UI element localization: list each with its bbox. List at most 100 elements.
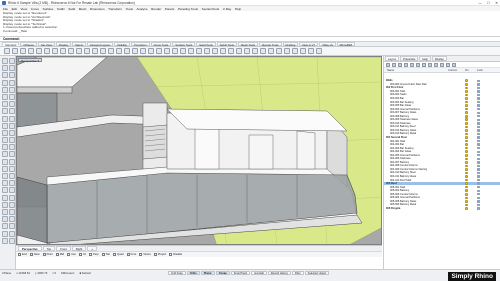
sidebar-tool-icon[interactable] — [8, 216, 15, 223]
menu-subd[interactable]: SubD — [57, 7, 65, 11]
sidebar-tool-icon[interactable] — [8, 79, 15, 86]
tab-cplanes[interactable]: CPlanes — [20, 42, 37, 47]
sidebar-tool-icon[interactable] — [1, 151, 8, 158]
layer-lock-toggle[interactable] — [477, 111, 489, 114]
status-mode-osnap[interactable]: Osnap — [215, 271, 230, 275]
sidebar-tool-icon[interactable] — [1, 115, 8, 122]
toolbar-tool-icon[interactable] — [300, 48, 306, 54]
tab-mesh-tools[interactable]: Mesh Tools — [237, 42, 259, 47]
layer-on-toggle[interactable] — [465, 157, 477, 161]
toolbar-tool-icon[interactable] — [148, 48, 154, 54]
sidebar-tool-icon[interactable] — [1, 137, 8, 144]
menu-curve[interactable]: Curve — [31, 7, 39, 11]
toolbar-tool-icon[interactable] — [172, 48, 178, 54]
sidebar-tool-icon[interactable] — [8, 230, 15, 237]
toolbar-tool-icon[interactable] — [44, 48, 50, 54]
layer-lock-toggle[interactable] — [477, 189, 489, 192]
layer-lock-toggle[interactable] — [477, 182, 489, 185]
layer-lock-toggle[interactable] — [477, 150, 489, 153]
toolbar-tool-icon[interactable] — [100, 48, 106, 54]
layer-lock-toggle[interactable] — [477, 79, 489, 82]
status-mode-smarttrack[interactable]: SmartTrack — [230, 271, 251, 275]
toolbar-tool-icon[interactable] — [140, 48, 146, 54]
tab-select[interactable]: Select — [72, 42, 86, 47]
toolbar-tool-icon[interactable] — [164, 48, 170, 54]
toolbar-tool-icon[interactable] — [244, 48, 250, 54]
tab-viewport-layout[interactable]: Viewport Layout — [86, 42, 113, 47]
sidebar-tool-icon[interactable] — [1, 165, 8, 172]
column-name[interactable]: Name — [384, 69, 448, 72]
toolbar-tool-icon[interactable] — [308, 48, 314, 54]
layer-on-toggle[interactable] — [465, 203, 477, 207]
toolbar-tool-icon[interactable] — [228, 48, 234, 54]
sidebar-tool-icon[interactable] — [8, 237, 15, 244]
layer-tool-icon[interactable] — [422, 62, 426, 67]
osnap-near[interactable]: Near — [29, 253, 40, 256]
toolbar-tool-icon[interactable] — [220, 48, 226, 54]
toolbar-tool-icon[interactable] — [260, 48, 266, 54]
tab-curve-tools[interactable]: Curve Tools — [150, 42, 172, 47]
menu-file[interactable]: File — [3, 7, 8, 11]
layer-on-toggle[interactable] — [465, 207, 477, 210]
layer-lock-toggle[interactable] — [477, 161, 489, 164]
checkbox-icon[interactable] — [29, 253, 33, 256]
osnap-cen[interactable]: Cen — [67, 253, 76, 256]
sidebar-tool-icon[interactable] — [1, 108, 8, 115]
sidebar-tool-icon[interactable] — [8, 208, 15, 215]
tab-solid-tools[interactable]: Solid Tools — [196, 42, 216, 47]
sidebar-tool-icon[interactable] — [8, 93, 15, 100]
sidebar-tool-icon[interactable] — [1, 230, 8, 237]
sidebar-tool-icon[interactable] — [8, 194, 15, 201]
layer-on-toggle[interactable] — [465, 93, 477, 97]
layer-tool-icon[interactable] — [392, 62, 396, 67]
layer-on-toggle[interactable] — [465, 86, 477, 90]
layer-on-toggle[interactable] — [465, 168, 477, 171]
layer-lock-toggle[interactable] — [477, 100, 489, 104]
menu-render[interactable]: Render — [151, 7, 161, 11]
sidebar-tool-icon[interactable] — [8, 86, 15, 93]
column-current[interactable]: Current — [448, 69, 465, 72]
layer-lock-toggle[interactable] — [477, 139, 489, 143]
perspective-viewport[interactable]: Perspective ▾ — [16, 56, 382, 245]
layer-tool-icon[interactable] — [398, 62, 402, 67]
layer-lock-toggle[interactable] — [477, 143, 489, 146]
layer-lock-toggle[interactable] — [477, 168, 489, 171]
layer-lock-toggle[interactable] — [477, 178, 489, 182]
osnap-int[interactable]: Int — [79, 253, 86, 256]
layer-lock-toggle[interactable] — [477, 146, 489, 150]
toolbar-tool-icon[interactable] — [276, 48, 282, 54]
layer-on-toggle[interactable] — [465, 139, 477, 143]
layer-lock-toggle[interactable] — [477, 129, 489, 132]
sidebar-tool-icon[interactable] — [8, 72, 15, 79]
layer-on-toggle[interactable] — [465, 107, 477, 111]
osnap-mid[interactable]: Mid — [55, 253, 64, 256]
sidebar-tool-icon[interactable] — [8, 58, 15, 64]
checkbox-icon[interactable] — [126, 253, 130, 256]
toolbar-tool-icon[interactable] — [84, 48, 90, 54]
menu-surface[interactable]: Surface — [43, 7, 54, 11]
layer-lock-toggle[interactable] — [477, 118, 489, 121]
toolbar-tool-icon[interactable] — [268, 48, 274, 54]
tab-render-tools[interactable]: Render Tools — [259, 42, 282, 47]
layer-lock-toggle[interactable] — [477, 171, 489, 175]
sidebar-tool-icon[interactable] — [1, 101, 8, 108]
menu-sectiontools[interactable]: SectionTools — [202, 7, 220, 11]
layer-on-toggle[interactable] — [465, 185, 477, 189]
layer-tool-icon[interactable] — [440, 62, 444, 67]
toolbar-tool-icon[interactable] — [4, 48, 10, 54]
checkbox-icon[interactable] — [101, 253, 105, 256]
menu-tools[interactable]: Tools — [126, 7, 133, 11]
osnap-project[interactable]: Project — [153, 253, 166, 256]
layer-on-toggle[interactable] — [465, 192, 477, 196]
sidebar-tool-icon[interactable] — [1, 201, 8, 208]
layer-on-toggle[interactable] — [465, 90, 477, 93]
layer-lock-toggle[interactable] — [477, 107, 489, 111]
layer-tool-icon[interactable] — [428, 62, 432, 67]
sidebar-tool-icon[interactable] — [1, 180, 8, 187]
checkbox-icon[interactable] — [153, 253, 157, 256]
layer-tool-icon[interactable] — [416, 62, 420, 67]
tab-visibility[interactable]: Visibility — [113, 42, 130, 47]
layer-on-toggle[interactable] — [465, 125, 477, 129]
menu-edit[interactable]: Edit — [12, 7, 17, 11]
sidebar-tool-icon[interactable] — [1, 194, 8, 201]
